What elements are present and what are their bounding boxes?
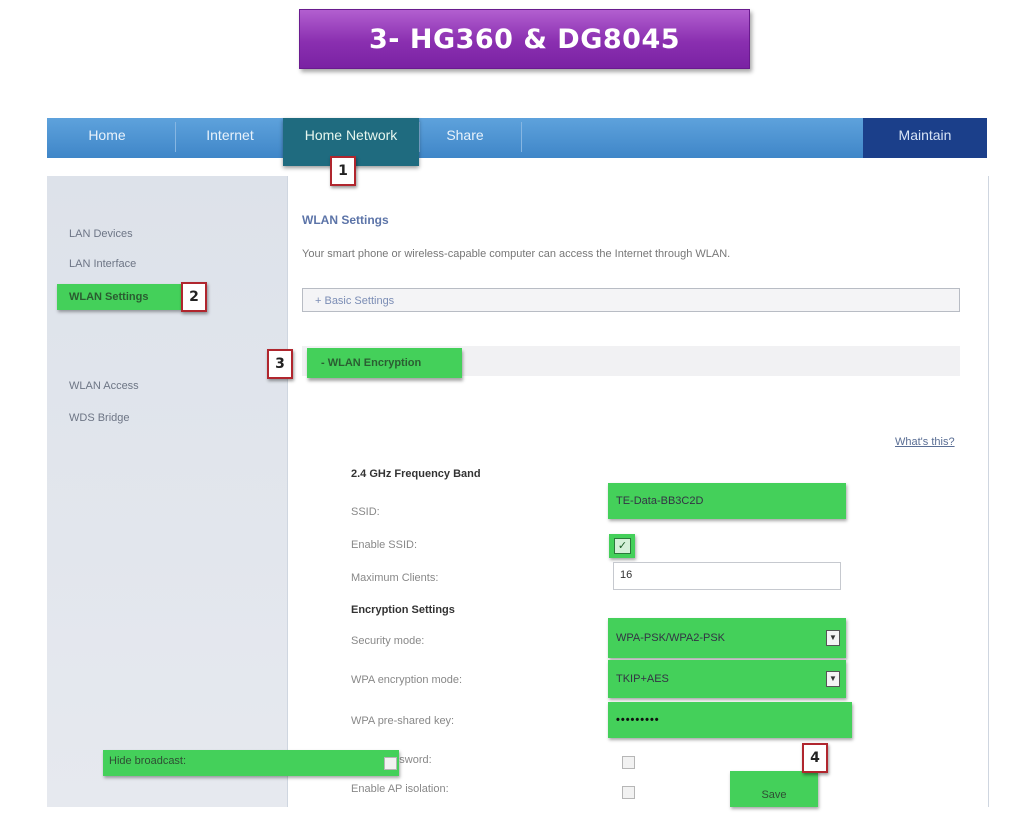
- hide-broadcast-row: Hide broadcast:: [103, 750, 399, 776]
- sidebar-item-lan-devices[interactable]: LAN Devices: [69, 228, 133, 240]
- security-mode-value: WPA-PSK/WPA2-PSK: [616, 632, 726, 644]
- enable-ssid-label: Enable SSID:: [351, 539, 418, 551]
- page-title: WLAN Settings: [302, 213, 389, 227]
- nav-internet[interactable]: Internet: [185, 118, 275, 158]
- ssid-input[interactable]: TE-Data-BB3C2D: [608, 483, 846, 519]
- nav-separator: [175, 122, 176, 152]
- ssid-label: SSID:: [351, 506, 380, 518]
- nav-maintain[interactable]: Maintain: [863, 118, 987, 158]
- ap-isolation-label: Enable AP isolation:: [351, 783, 449, 795]
- sidebar-item-wlan-settings[interactable]: WLAN Settings: [57, 284, 181, 310]
- wpa-mode-select[interactable]: TKIP+AES ▼: [608, 660, 846, 698]
- wlan-encryption-section[interactable]: - WLAN Encryption: [307, 348, 462, 378]
- step-badge-1: 1: [330, 156, 356, 186]
- sidebar: LAN Devices LAN Interface WLAN Access WD…: [47, 176, 287, 807]
- chevron-down-icon: ▼: [826, 671, 840, 687]
- main-content: WLAN Settings Your smart phone or wirele…: [287, 176, 989, 807]
- nav-separator: [419, 122, 420, 152]
- band-title: 2.4 GHz Frequency Band: [351, 468, 481, 480]
- max-clients-value: 16: [620, 569, 633, 581]
- top-navigation: Home Internet Share Maintain: [47, 118, 987, 158]
- nav-home[interactable]: Home: [67, 118, 147, 158]
- step-badge-2: 2: [181, 282, 207, 312]
- router-screenshot: Home Internet Share Maintain Home Networ…: [47, 118, 989, 807]
- max-clients-label: Maximum Clients:: [351, 572, 439, 584]
- basic-settings-section[interactable]: + Basic Settings: [302, 288, 960, 312]
- security-mode-select[interactable]: WPA-PSK/WPA2-PSK ▼: [608, 618, 846, 658]
- nav-home-network-label: Home Network: [304, 127, 398, 143]
- step-badge-3: 3: [267, 349, 293, 379]
- chevron-down-icon: ▼: [826, 630, 840, 646]
- title-banner: 3- HG360 & DG8045: [299, 9, 750, 69]
- step-badge-4: 4: [802, 743, 828, 773]
- ap-isolation-checkbox[interactable]: [622, 786, 635, 799]
- psk-input[interactable]: •••••••••: [608, 702, 852, 738]
- sidebar-item-wds-bridge[interactable]: WDS Bridge: [69, 412, 130, 424]
- save-button[interactable]: Save: [730, 771, 818, 807]
- wpa-mode-label: WPA encryption mode:: [351, 674, 463, 686]
- sidebar-item-wlan-access[interactable]: WLAN Access: [69, 380, 139, 392]
- wpa-mode-value: TKIP+AES: [616, 673, 669, 685]
- ssid-value: TE-Data-BB3C2D: [616, 495, 704, 507]
- nav-share[interactable]: Share: [425, 118, 505, 158]
- encryption-settings-title: Encryption Settings: [351, 604, 455, 616]
- hide-broadcast-checkbox[interactable]: [384, 757, 397, 770]
- enable-ssid-checkbox[interactable]: ✓: [614, 538, 631, 554]
- security-mode-label: Security mode:: [351, 635, 425, 647]
- banner-title: 3- HG360 & DG8045: [368, 23, 681, 55]
- psk-value: •••••••••: [616, 714, 660, 726]
- max-clients-input[interactable]: 16: [613, 562, 841, 590]
- page-description: Your smart phone or wireless-capable com…: [302, 248, 731, 260]
- psk-label: WPA pre-shared key:: [351, 715, 455, 727]
- sidebar-item-lan-interface[interactable]: LAN Interface: [69, 258, 136, 270]
- hide-broadcast-label: Hide broadcast:: [109, 755, 187, 767]
- nav-separator: [521, 122, 522, 152]
- show-password-checkbox[interactable]: [622, 756, 635, 769]
- whats-this-link[interactable]: What's this?: [895, 436, 955, 448]
